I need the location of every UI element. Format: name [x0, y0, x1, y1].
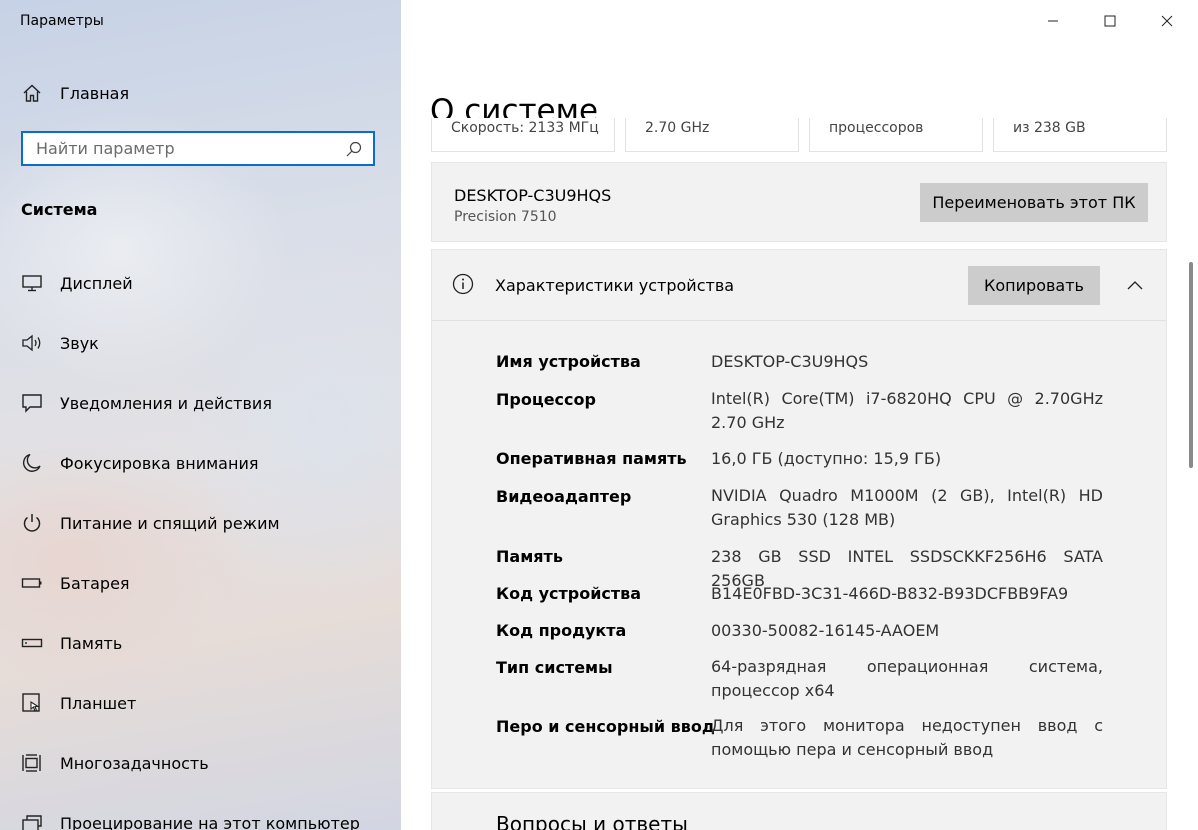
sidebar-item-label: Главная: [60, 83, 130, 103]
rename-pc-button[interactable]: Переименовать этот ПК: [920, 183, 1148, 222]
spec-label-device-name: Имя устройства: [496, 352, 641, 371]
spec-label-storage: Память: [496, 547, 563, 566]
spec-label-device-id: Код устройства: [496, 584, 642, 603]
sidebar-item-label: Планшет: [60, 693, 137, 713]
sidebar-item-label: Фокусировка внимания: [60, 453, 259, 473]
sidebar-item-label: Проецирование на этот компьютер: [60, 813, 360, 830]
sidebar-item-tablet[interactable]: Планшет: [0, 683, 401, 723]
speaker-icon: [20, 331, 44, 355]
cpu-speed-card: 2.70 GHz: [625, 118, 799, 152]
section-title: Система: [21, 200, 98, 219]
sidebar: Параметры Главная Система Дисплей Звук У…: [0, 0, 401, 830]
device-specs-card: Характеристики устройства Копировать Имя…: [431, 249, 1167, 789]
spec-label-gpu: Видеоадаптер: [496, 487, 632, 506]
sidebar-item-projecting[interactable]: Проецирование на этот компьютер: [0, 803, 401, 830]
spec-value-device-name: DESKTOP-C3U9HQS: [711, 352, 869, 371]
home-icon: [20, 81, 44, 105]
search-box[interactable]: [21, 131, 375, 166]
sidebar-item-sound[interactable]: Звук: [0, 323, 401, 363]
close-icon: [1161, 15, 1173, 27]
spec-label-processor: Процессор: [496, 390, 596, 409]
copy-button[interactable]: Копировать: [968, 266, 1100, 305]
storage-text: из 238 GB: [1013, 120, 1086, 136]
spec-value-gpu: NVIDIA Quadro M1000M (2 GB), Intel(R) HD…: [711, 486, 1103, 529]
spec-label-system-type: Тип системы: [496, 658, 613, 677]
faq-title: Вопросы и ответы: [496, 812, 688, 830]
sidebar-item-power[interactable]: Питание и спящий режим: [0, 503, 401, 543]
storage-icon: [20, 631, 44, 655]
display-icon: [20, 271, 44, 295]
tablet-icon: [20, 691, 44, 715]
main-content: О системе Скорость: 2133 МГц 2.70 GHz пр…: [401, 0, 1198, 830]
pc-name-card: DESKTOP-C3U9HQS Precision 7510 Переимено…: [431, 162, 1167, 242]
multitasking-icon: [20, 751, 44, 775]
spec-label-product-id: Код продукта: [496, 621, 627, 640]
info-icon: [452, 273, 474, 299]
spec-value-product-id: 00330-50082-16145-AAOEM: [711, 621, 940, 640]
spec-value-system-type: 64-разрядная операционная система, проце…: [711, 657, 1103, 700]
spec-value-pen-touch: Для этого монитора недоступен ввод с пом…: [711, 716, 1103, 759]
app-title: Параметры: [20, 13, 104, 29]
pc-name: DESKTOP-C3U9HQS: [454, 186, 612, 205]
maximize-icon: [1104, 15, 1116, 27]
projecting-icon: [20, 811, 44, 830]
spec-label-pen-touch: Перо и сенсорный ввод: [496, 717, 715, 736]
sidebar-item-label: Многозадачность: [60, 753, 209, 773]
sidebar-item-label: Память: [60, 633, 123, 653]
processors-text: процессоров: [829, 120, 924, 136]
notification-icon: [20, 391, 44, 415]
faq-card[interactable]: Вопросы и ответы: [431, 792, 1167, 830]
spec-value-ram: 16,0 ГБ (доступно: 15,9 ГБ): [711, 449, 942, 468]
memory-speed-card: Скорость: 2133 МГц: [431, 118, 615, 152]
sidebar-item-label: Питание и спящий режим: [60, 513, 280, 533]
storage-card: из 238 GB: [993, 118, 1167, 152]
pc-model: Precision 7510: [454, 209, 557, 225]
power-icon: [20, 511, 44, 535]
minimize-icon: [1048, 20, 1058, 22]
memory-speed-text: Скорость: 2133 МГц: [451, 120, 599, 136]
sidebar-item-label: Звук: [60, 333, 99, 353]
sidebar-item-multitasking[interactable]: Многозадачность: [0, 743, 401, 783]
spec-value-device-id: B14E0FBD-3C31-466D-B832-B93DCFBB9FA9: [711, 584, 1069, 603]
minimize-button[interactable]: [1025, 0, 1081, 42]
sidebar-item-notifications[interactable]: Уведомления и действия: [0, 383, 401, 423]
sidebar-item-label: Уведомления и действия: [60, 393, 272, 413]
spec-value-processor: Intel(R) Core(TM) i7-6820HQ CPU @ 2.70GH…: [711, 389, 1103, 432]
sidebar-item-display[interactable]: Дисплей: [0, 263, 401, 303]
moon-icon: [20, 451, 44, 475]
scrollbar[interactable]: [1189, 262, 1193, 468]
device-specs-header[interactable]: Характеристики устройства Копировать: [432, 250, 1166, 321]
sidebar-item-label: Батарея: [60, 573, 130, 593]
cpu-speed-text: 2.70 GHz: [645, 120, 710, 136]
spec-label-ram: Оперативная память: [496, 449, 687, 468]
sidebar-item-label: Дисплей: [60, 273, 133, 293]
chevron-up-icon[interactable]: [1126, 276, 1144, 295]
sidebar-item-storage[interactable]: Память: [0, 623, 401, 663]
device-specs-title: Характеристики устройства: [495, 276, 735, 295]
sidebar-item-focus[interactable]: Фокусировка внимания: [0, 443, 401, 483]
processors-card: процессоров: [809, 118, 983, 152]
close-button[interactable]: [1139, 0, 1195, 42]
battery-icon: [20, 571, 44, 595]
sidebar-item-home[interactable]: Главная: [0, 73, 401, 113]
search-input[interactable]: [36, 133, 336, 164]
maximize-button[interactable]: [1082, 0, 1138, 42]
search-icon[interactable]: [345, 140, 363, 158]
sidebar-item-battery[interactable]: Батарея: [0, 563, 401, 603]
